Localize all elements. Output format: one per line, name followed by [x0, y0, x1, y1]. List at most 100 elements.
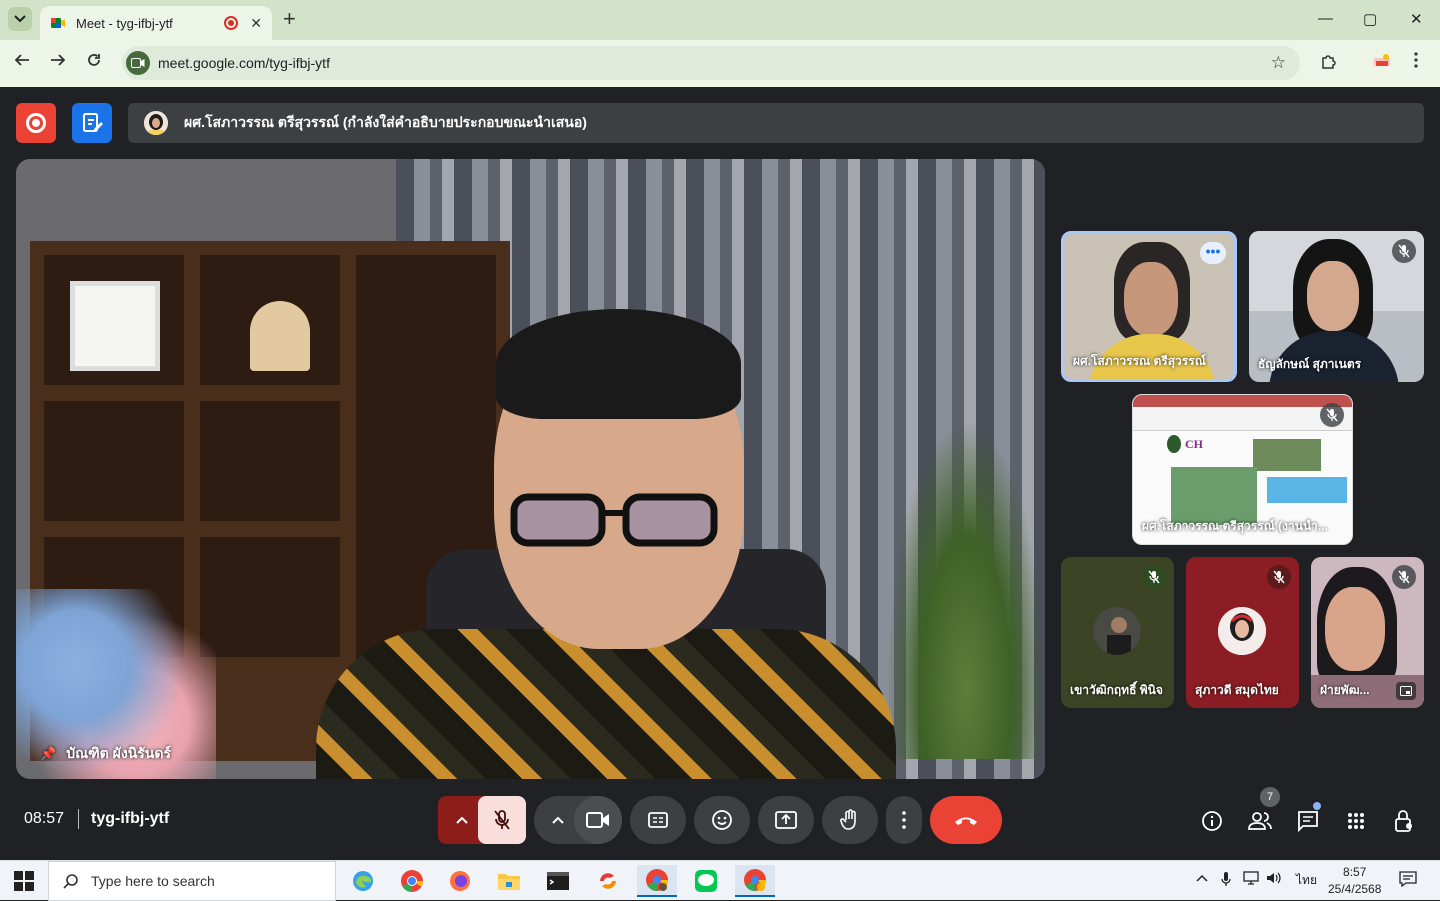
profile-avatar-icon[interactable] — [1372, 52, 1392, 75]
participant-name: ผศ.โสภาวรรณ ตรีสุวรรณ์ (งานนำ... — [1142, 519, 1328, 533]
tab-close-button[interactable]: ✕ — [250, 15, 262, 32]
taskbar-search[interactable]: Type here to search — [48, 861, 336, 901]
record-icon — [26, 113, 46, 133]
tab-search-button[interactable] — [8, 7, 32, 31]
file-explorer-icon[interactable] — [489, 865, 529, 897]
participant-name: ธัญลักษณ์ สุภาเนตร — [1258, 357, 1362, 371]
participant-count-badge: 7 — [1260, 787, 1280, 807]
hand-icon — [840, 809, 856, 830]
reload-icon[interactable] — [86, 52, 102, 73]
avatar — [1218, 607, 1266, 655]
minimize-button[interactable]: — — [1318, 10, 1333, 27]
more-vert-icon — [902, 811, 906, 829]
notifications-icon[interactable] — [1399, 871, 1417, 890]
camera-group — [534, 796, 622, 844]
mic-off-icon — [1142, 565, 1166, 589]
site-info-icon[interactable] — [126, 51, 150, 75]
meeting-info-button[interactable] — [1199, 808, 1225, 834]
search-placeholder: Type here to search — [91, 873, 215, 889]
system-date: 25/4/2568 — [1328, 882, 1382, 896]
new-tab-button[interactable]: + — [283, 8, 296, 30]
main-speaker-name: บัณฑิต ผังนิรันดร์ — [66, 745, 171, 761]
pin-icon[interactable]: 📌 — [40, 746, 56, 762]
chrome-active-icon[interactable] — [735, 865, 775, 897]
participant-tile[interactable]: ฝ่ายพัฒ... — [1311, 557, 1424, 708]
chrome-icon[interactable] — [392, 865, 432, 897]
chrome-profile-icon[interactable] — [637, 865, 677, 897]
participant-name: ผศ.โสภาวรรณ ตรีสุวรรณ์ — [1073, 354, 1206, 368]
tab-title: Meet - tyg-ifbj-ytf — [76, 15, 173, 31]
participant-tile[interactable]: สุภาวดี สมุดไทย — [1186, 557, 1299, 708]
chevron-up-icon[interactable] — [552, 816, 564, 824]
present-icon — [775, 811, 797, 829]
firefox-icon[interactable] — [440, 865, 480, 897]
system-clock[interactable]: 8:57 25/4/2568 — [1328, 864, 1381, 898]
avatar — [1093, 607, 1141, 655]
app-swirl-icon[interactable] — [588, 865, 628, 897]
activities-button[interactable] — [1343, 808, 1369, 834]
participant-name: เขาวัฒิกฤทธิ์ พินิจ — [1070, 683, 1163, 697]
main-speaker-video[interactable]: 📌 บัณฑิต ผังนิรันดร์ — [16, 159, 1045, 779]
host-controls-button[interactable] — [1391, 808, 1417, 834]
tab-meet[interactable]: Meet - tyg-ifbj-ytf ✕ — [40, 6, 272, 40]
browser-toolbar: meet.google.com/tyg-ifbj-ytf ☆ — [0, 40, 1440, 87]
presenter-banner-text: ผศ.โสภาวรรณ ตรีสุวรรณ์ (กำลังใส่คำอธิบาย… — [184, 114, 587, 130]
participant-tile[interactable]: ธัญลักษณ์ สุภาเนตร — [1249, 231, 1424, 382]
back-icon[interactable] — [14, 52, 30, 73]
chat-icon — [1298, 811, 1318, 832]
more-options-icon[interactable]: ••• — [1200, 242, 1226, 264]
presenter-banner: ผศ.โสภาวรรณ ตรีสุวรรณ์ (กำลังใส่คำอธิบาย… — [128, 103, 1424, 143]
meeting-clock: 08:57 — [24, 810, 65, 827]
main-speaker-label: 📌 บัณฑิต ผังนิรันดร์ — [40, 743, 171, 765]
camera-toggle-button[interactable] — [574, 796, 622, 844]
apps-grid-icon — [1348, 813, 1364, 829]
captions-button[interactable] — [630, 796, 686, 844]
presentation-tile[interactable]: CH ผศ.โสภาวรรณ ตรีสุวรรณ์ (งานนำ... — [1132, 394, 1353, 545]
address-bar[interactable]: meet.google.com/tyg-ifbj-ytf ☆ — [122, 46, 1300, 80]
system-time: 8:57 — [1343, 865, 1367, 879]
url-text[interactable]: meet.google.com/tyg-ifbj-ytf — [158, 55, 330, 71]
google-meet-icon — [50, 15, 66, 31]
extensions-icon[interactable] — [1320, 52, 1338, 75]
terminal-icon[interactable] — [538, 865, 578, 897]
windows-start-icon[interactable] — [14, 871, 34, 891]
chrome-menu-icon[interactable] — [1414, 52, 1418, 73]
maximize-button[interactable]: ▢ — [1363, 10, 1377, 28]
annotate-icon — [83, 113, 103, 132]
end-call-icon — [955, 817, 977, 825]
emoji-icon — [712, 810, 732, 830]
close-window-button[interactable]: ✕ — [1410, 10, 1423, 28]
people-button[interactable] — [1247, 808, 1273, 834]
participant-tile[interactable]: ••• ผศ.โสภาวรรณ ตรีสุวรรณ์ — [1061, 231, 1237, 382]
microphone-icon[interactable] — [1221, 871, 1231, 890]
forward-icon[interactable] — [50, 52, 66, 73]
chat-button[interactable] — [1295, 808, 1321, 834]
participant-name: ฝ่ายพัฒ... — [1320, 683, 1370, 697]
annotate-button[interactable] — [72, 103, 112, 143]
mic-off-icon — [1392, 565, 1416, 589]
mic-off-icon — [1320, 403, 1344, 427]
volume-icon[interactable] — [1266, 871, 1282, 888]
meeting-code: tyg-ifbj-ytf — [91, 810, 170, 827]
closed-captions-icon — [648, 812, 668, 828]
input-language[interactable]: ไทย — [1296, 871, 1317, 890]
reactions-button[interactable] — [694, 796, 750, 844]
bookmark-star-icon[interactable]: ☆ — [1271, 53, 1286, 73]
network-icon[interactable] — [1243, 871, 1259, 888]
people-icon — [1248, 812, 1272, 830]
more-options-button[interactable] — [886, 796, 922, 844]
raise-hand-button[interactable] — [822, 796, 878, 844]
leave-call-button[interactable] — [930, 796, 1002, 844]
line-app-icon[interactable] — [686, 865, 726, 897]
windows-taskbar: Type here to search ไทย 8:57 25/4/2568 — [0, 860, 1440, 901]
participant-tile[interactable]: เขาวัฒิกฤทธิ์ พินิจ — [1061, 557, 1174, 708]
present-screen-button[interactable] — [758, 796, 814, 844]
pip-icon[interactable] — [1396, 682, 1416, 700]
divider — [78, 809, 79, 829]
edge-icon[interactable] — [343, 865, 383, 897]
mic-toggle-button[interactable] — [478, 796, 526, 844]
lock-person-icon — [1395, 810, 1412, 832]
tray-chevron-up-icon[interactable] — [1196, 871, 1208, 885]
recording-button[interactable] — [16, 103, 56, 143]
chevron-up-icon — [456, 816, 468, 824]
